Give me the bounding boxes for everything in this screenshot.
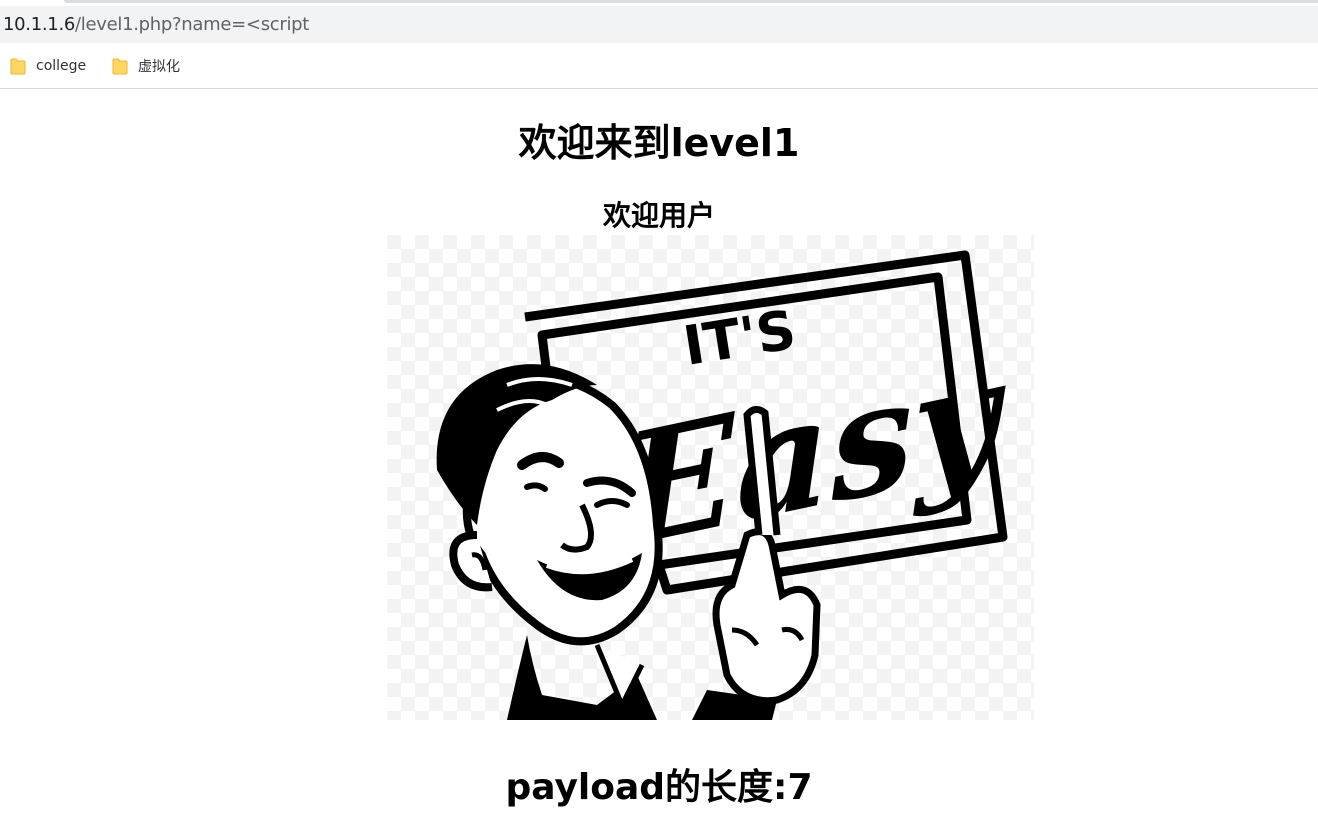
- page-title: 欢迎来到level1: [518, 121, 800, 165]
- its-easy-illustration: IT'S Easy: [387, 235, 1034, 720]
- welcome-user-heading: 欢迎用户: [602, 199, 715, 232]
- address-bar[interactable]: 10.1.1.6/level1.php?name=<script: [0, 6, 1318, 43]
- url-host: 10.1.1.6: [3, 14, 76, 35]
- bookmarks-bar: college 虚拟化: [0, 43, 1318, 89]
- bookmark-label: college: [36, 58, 87, 74]
- bookmark-college[interactable]: college: [10, 56, 86, 76]
- url-path: /level1.php?name=<script: [75, 14, 310, 35]
- folder-icon: [10, 58, 26, 75]
- url-text[interactable]: 10.1.1.6/level1.php?name=<script: [3, 15, 309, 35]
- bookmark-label: 虚拟化: [138, 59, 180, 75]
- payload-length-heading: payload的长度:7: [505, 767, 813, 808]
- page-content: 欢迎来到level1 欢迎用户 IT'S Easy payload的长度:7: [0, 89, 1318, 838]
- folder-icon: [112, 58, 128, 75]
- bookmark-virtualization[interactable]: 虚拟化: [112, 56, 180, 76]
